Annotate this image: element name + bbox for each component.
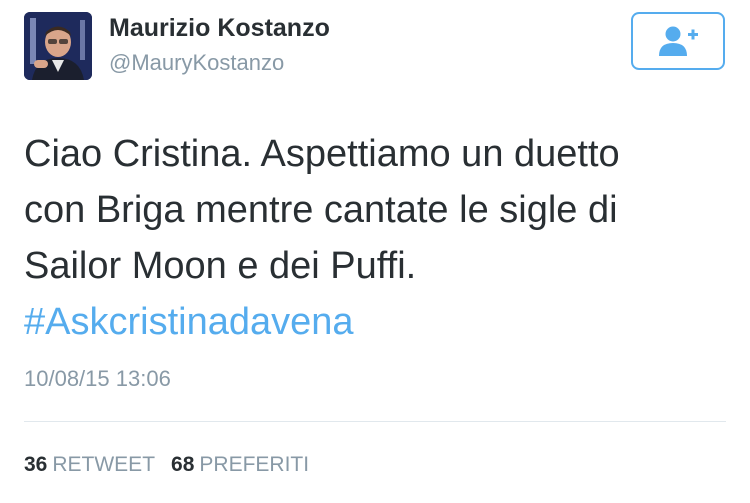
avatar-image (24, 12, 92, 80)
favorites-count: 68 (171, 453, 195, 476)
favorites-stat[interactable]: 68 PREFERITI (171, 453, 309, 477)
follow-button[interactable] (631, 12, 725, 70)
hashtag-link[interactable]: #Askcristinadavena (24, 294, 724, 350)
tweet-text: Ciao Cristina. Aspettiamo un duetto con … (24, 126, 724, 350)
user-handle[interactable]: @MauryKostanzo (109, 50, 284, 76)
tweet-card: Maurizio Kostanzo @MauryKostanzo Ciao Cr… (0, 0, 750, 503)
tweet-timestamp[interactable]: 10/08/15 13:06 (24, 366, 171, 392)
display-name[interactable]: Maurizio Kostanzo (109, 14, 330, 43)
avatar[interactable] (24, 12, 92, 80)
retweets-count: 36 (24, 453, 48, 476)
tweet-text-line: Ciao Cristina. Aspettiamo un duetto (24, 133, 620, 175)
retweets-label: RETWEET (52, 453, 156, 476)
tweet-text-line: con Briga mentre cantate le sigle di (24, 189, 618, 231)
divider (24, 421, 726, 422)
favorites-label: PREFERITI (199, 453, 310, 476)
tweet-stats: 36 RETWEET 68 PREFERITI (24, 453, 309, 477)
tweet-text-line: Sailor Moon e dei Puffi. (24, 245, 417, 287)
retweets-stat[interactable]: 36 RETWEET (24, 453, 155, 477)
add-user-icon (659, 26, 698, 56)
